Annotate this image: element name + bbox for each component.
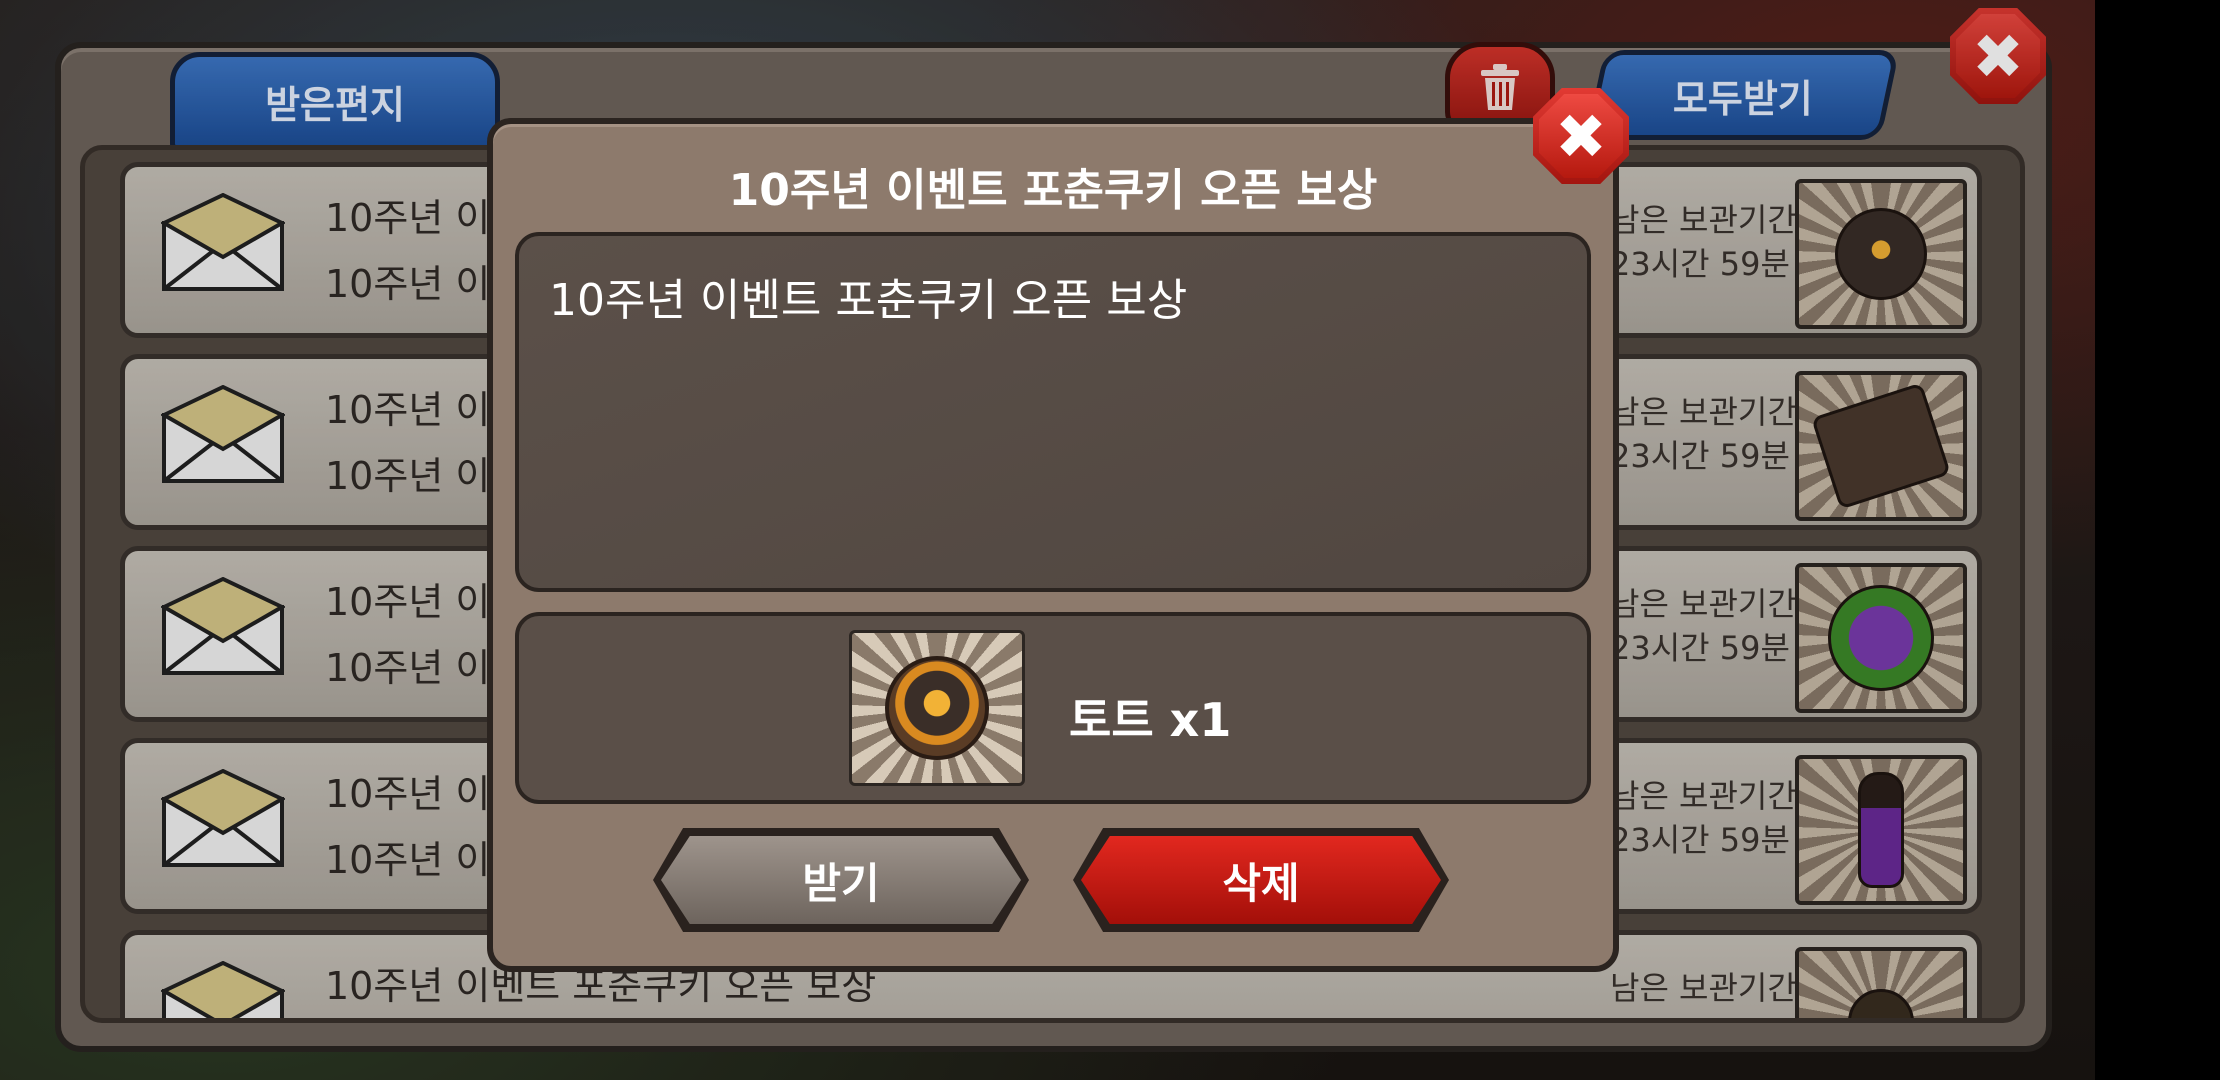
dialog-message: 10주년 이벤트 포춘쿠키 오픈 보상: [549, 275, 1188, 326]
receive-button-label: 받기: [802, 858, 880, 908]
close-dialog-button[interactable]: ✖: [1533, 88, 1629, 184]
receive-button[interactable]: 받기: [661, 836, 1021, 924]
dialog-message-box: 10주년 이벤트 포춘쿠키 오픈 보상: [515, 232, 1591, 592]
mail-detail-dialog: 10주년 이벤트 포춘쿠키 오픈 보상 10주년 이벤트 포춘쿠키 오픈 보상 …: [487, 88, 1629, 972]
delete-button[interactable]: 삭제: [1081, 836, 1441, 924]
reward-label: 토트 x1: [1069, 693, 1232, 747]
reward-box: 토트 x1: [515, 612, 1591, 804]
reward-item-thumb: [849, 630, 1025, 786]
crown-icon: [885, 656, 989, 760]
delete-button-label: 삭제: [1222, 858, 1300, 908]
close-icon: ✖: [1555, 99, 1607, 173]
dialog-title: 10주년 이벤트 포춘쿠키 오픈 보상: [728, 165, 1378, 216]
